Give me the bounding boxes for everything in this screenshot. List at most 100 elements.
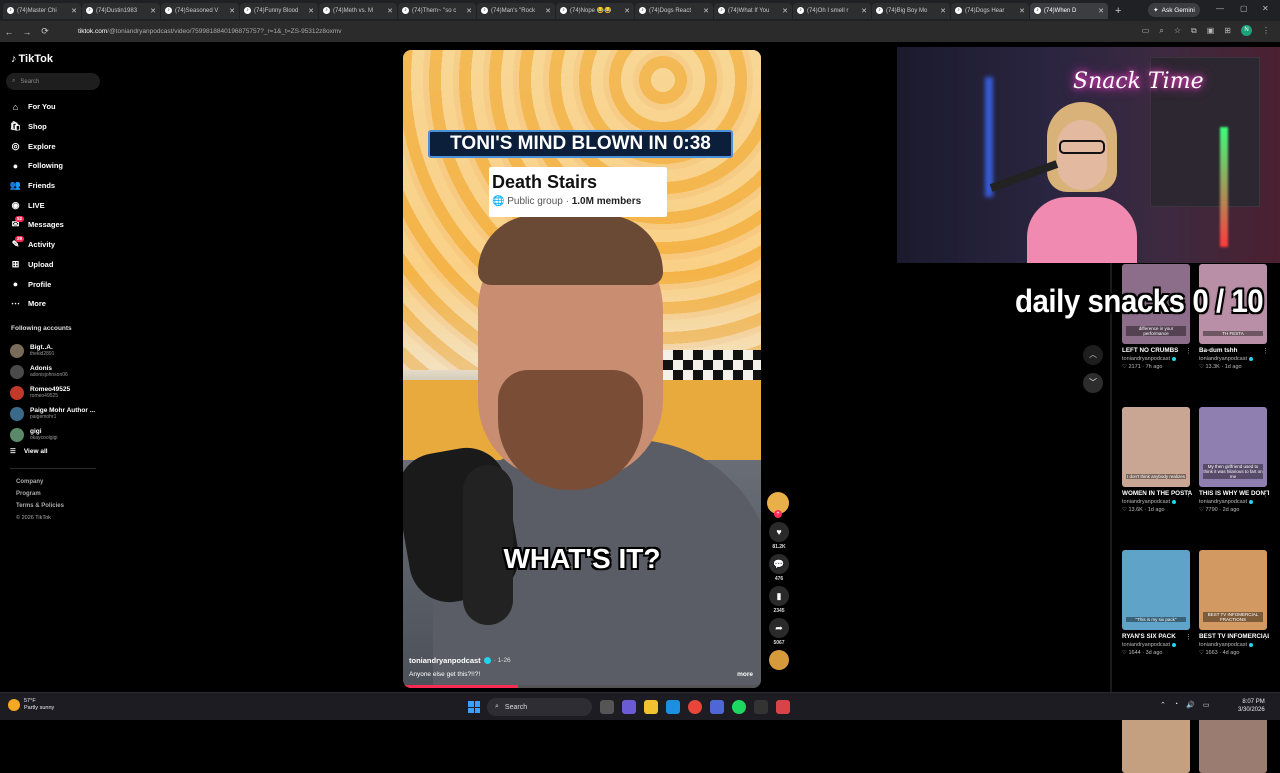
close-tab-icon[interactable]: ✕ bbox=[466, 7, 472, 15]
browser-tab[interactable]: ♪ (74)Dogs React ✕ bbox=[635, 2, 713, 19]
extensions-icon[interactable]: ⧉ bbox=[1191, 26, 1197, 36]
tray-chevron-icon[interactable]: ⌃ bbox=[1160, 701, 1166, 709]
browser-tab[interactable]: ♪ (74)Dogs Hear ✕ bbox=[951, 2, 1029, 19]
clock[interactable]: 8:07 PM 3/30/2026 bbox=[1238, 698, 1265, 714]
nav-item-profile[interactable]: ● Profile bbox=[10, 274, 64, 294]
file-explorer-icon[interactable] bbox=[644, 700, 658, 714]
browser-tab[interactable]: ♪ (74)Oh I smell r ✕ bbox=[793, 2, 871, 19]
browser-tab[interactable]: ♪ (74)Them~ "so c ✕ bbox=[398, 2, 476, 19]
video-author[interactable]: toniandryanpodcast · 1-26 bbox=[409, 656, 511, 665]
sidepanel-icon[interactable]: ▣ bbox=[1207, 26, 1215, 35]
comment-icon[interactable]: 💬 bbox=[769, 554, 789, 574]
wifi-icon[interactable]: ◔ bbox=[1174, 701, 1178, 709]
video-progress-bar[interactable] bbox=[403, 685, 761, 688]
nav-item-for-you[interactable]: ⌂ For You bbox=[10, 97, 64, 117]
ask-gemini-button[interactable]: ✦ Ask Gemini bbox=[1148, 3, 1200, 17]
card-menu-icon[interactable]: ⋮ bbox=[1262, 490, 1269, 498]
search-input[interactable]: ⌕ Search bbox=[6, 73, 100, 90]
nav-item-upload[interactable]: ⊞ Upload bbox=[10, 255, 64, 275]
browser-tab[interactable]: ♪ (74)Man's "Rock ✕ bbox=[477, 2, 555, 19]
close-tab-icon[interactable]: ✕ bbox=[1019, 7, 1025, 15]
footer-company[interactable]: Company bbox=[16, 476, 64, 488]
nav-item-shop[interactable]: 🛍 Shop bbox=[10, 117, 64, 137]
creator-avatar[interactable]: + bbox=[767, 492, 789, 518]
terminal-icon[interactable] bbox=[754, 700, 768, 714]
video-thumbnail[interactable]: "This is my six pack" bbox=[1122, 550, 1190, 630]
footer-program[interactable]: Program bbox=[16, 488, 64, 500]
nav-item-live[interactable]: ◉ LIVE bbox=[10, 195, 64, 215]
browser-tab[interactable]: ♪ (74)When D ✕ bbox=[1030, 2, 1108, 19]
edge-icon[interactable] bbox=[666, 700, 680, 714]
following-account[interactable]: Adonis adonisjohnson06 bbox=[10, 361, 95, 382]
follow-plus-icon[interactable]: + bbox=[774, 510, 782, 518]
maximize-icon[interactable]: ▢ bbox=[1240, 4, 1248, 13]
volume-icon[interactable]: 🔊 bbox=[1186, 701, 1195, 709]
related-video-card[interactable]: BEST TV INFOMERCIAL FRACTIONS BEST TV INF… bbox=[1199, 550, 1269, 658]
chrome-icon[interactable] bbox=[688, 700, 702, 714]
nav-item-activity[interactable]: ✎ 29 Activity bbox=[10, 235, 64, 255]
forward-icon[interactable]: → bbox=[18, 27, 36, 37]
following-account[interactable]: Paige Mohr Author ... paigemohr1 bbox=[10, 403, 95, 424]
following-account[interactable]: Bigt..A. thekid2891 bbox=[10, 340, 95, 361]
video-player[interactable]: TONI'S MIND BLOWN IN 0:38 Death Stairs 🌐… bbox=[403, 50, 761, 688]
tab-search-icon[interactable]: ⊞ bbox=[1224, 26, 1231, 35]
battery-icon[interactable]: ▭ bbox=[1203, 701, 1210, 709]
tiktok-logo[interactable]: ♪ TikTok bbox=[11, 53, 53, 65]
bookmark-star-icon[interactable]: ☆ bbox=[1174, 26, 1181, 35]
related-video-card[interactable]: "This is my six pack" RYAN'S SIX PACK toni… bbox=[1122, 550, 1192, 658]
reload-icon[interactable]: ⟳ bbox=[36, 26, 54, 37]
following-account[interactable]: gigi okaycoolgigi bbox=[10, 424, 95, 445]
url-field[interactable]: tiktok.com/@toniandryanpodcast/video/759… bbox=[60, 24, 1100, 39]
like-icon[interactable]: ♥ bbox=[769, 522, 789, 542]
obs-icon[interactable] bbox=[776, 700, 790, 714]
bookmark-icon[interactable]: ▮ bbox=[769, 586, 789, 606]
close-tab-icon[interactable]: ✕ bbox=[861, 7, 867, 15]
zoom-icon[interactable]: ⌕ bbox=[1159, 26, 1163, 36]
browser-menu-icon[interactable]: ⋮ bbox=[1262, 26, 1270, 35]
browser-tab[interactable]: ♪ (74)Big Boy Mo ✕ bbox=[872, 2, 950, 19]
sound-avatar[interactable] bbox=[769, 650, 789, 670]
browser-tab[interactable]: ♪ (74)Meth vs. M ✕ bbox=[319, 2, 397, 19]
spotify-icon[interactable] bbox=[732, 700, 746, 714]
browser-tab[interactable]: ♪ (74)Funny Blood ✕ bbox=[240, 2, 318, 19]
nav-item-messages[interactable]: ✉ 52 Messages bbox=[10, 215, 64, 235]
close-tab-icon[interactable]: ✕ bbox=[940, 7, 946, 15]
following-account[interactable]: Romeo49525 romeo49525 bbox=[10, 382, 95, 403]
video-thumbnail[interactable]: My then girlfriend used to think it was … bbox=[1199, 407, 1267, 487]
nav-item-following[interactable]: ● Following bbox=[10, 156, 64, 176]
nav-item-more[interactable]: ⋯ More bbox=[10, 294, 64, 314]
browser-tab[interactable]: ♪ (74)Master Chi ✕ bbox=[3, 2, 81, 19]
close-tab-icon[interactable]: ✕ bbox=[71, 7, 77, 15]
close-tab-icon[interactable]: ✕ bbox=[703, 7, 709, 15]
close-tab-icon[interactable]: ✕ bbox=[387, 7, 393, 15]
card-menu-icon[interactable]: ⋮ bbox=[1185, 490, 1192, 498]
profile-avatar[interactable]: N bbox=[1241, 25, 1252, 36]
close-tab-icon[interactable]: ✕ bbox=[229, 7, 235, 15]
scroll-down-button[interactable]: ﹀ bbox=[1083, 373, 1103, 393]
share-icon[interactable]: ➦ bbox=[769, 618, 789, 638]
close-tab-icon[interactable]: ✕ bbox=[782, 7, 788, 15]
card-menu-icon[interactable]: ⋮ bbox=[1262, 347, 1269, 355]
minimize-icon[interactable]: — bbox=[1216, 4, 1224, 13]
related-scrollbar[interactable] bbox=[1110, 263, 1112, 693]
video-thumbnail[interactable]: I don't think anybody realizes bbox=[1122, 407, 1190, 487]
close-tab-icon[interactable]: ✕ bbox=[1098, 7, 1104, 15]
close-tab-icon[interactable]: ✕ bbox=[545, 7, 551, 15]
view-all-link[interactable]: ☰ View all bbox=[10, 447, 48, 456]
cast-icon[interactable]: ▭ bbox=[1142, 26, 1150, 35]
close-tab-icon[interactable]: ✕ bbox=[624, 7, 630, 15]
related-video-card[interactable]: I don't think anybody realizes WOMEN IN T… bbox=[1122, 407, 1192, 515]
nav-item-friends[interactable]: 👥 Friends bbox=[10, 176, 64, 196]
nav-item-explore[interactable]: ◎ Explore bbox=[10, 136, 64, 156]
browser-tab[interactable]: ♪ (74)What If You ✕ bbox=[714, 2, 792, 19]
browser-tab[interactable]: ♪ (74)Seasoned V ✕ bbox=[161, 2, 239, 19]
copilot-icon[interactable] bbox=[622, 700, 636, 714]
windows-start-icon[interactable] bbox=[468, 701, 480, 713]
related-video-card[interactable]: My then girlfriend used to think it was … bbox=[1199, 407, 1269, 515]
task-view-icon[interactable] bbox=[600, 700, 614, 714]
close-tab-icon[interactable]: ✕ bbox=[308, 7, 314, 15]
weather-widget[interactable]: 57°F Partly sunny bbox=[8, 698, 54, 712]
close-window-icon[interactable]: ✕ bbox=[1262, 4, 1269, 13]
discord-icon[interactable] bbox=[710, 700, 724, 714]
more-button[interactable]: more bbox=[737, 671, 753, 678]
